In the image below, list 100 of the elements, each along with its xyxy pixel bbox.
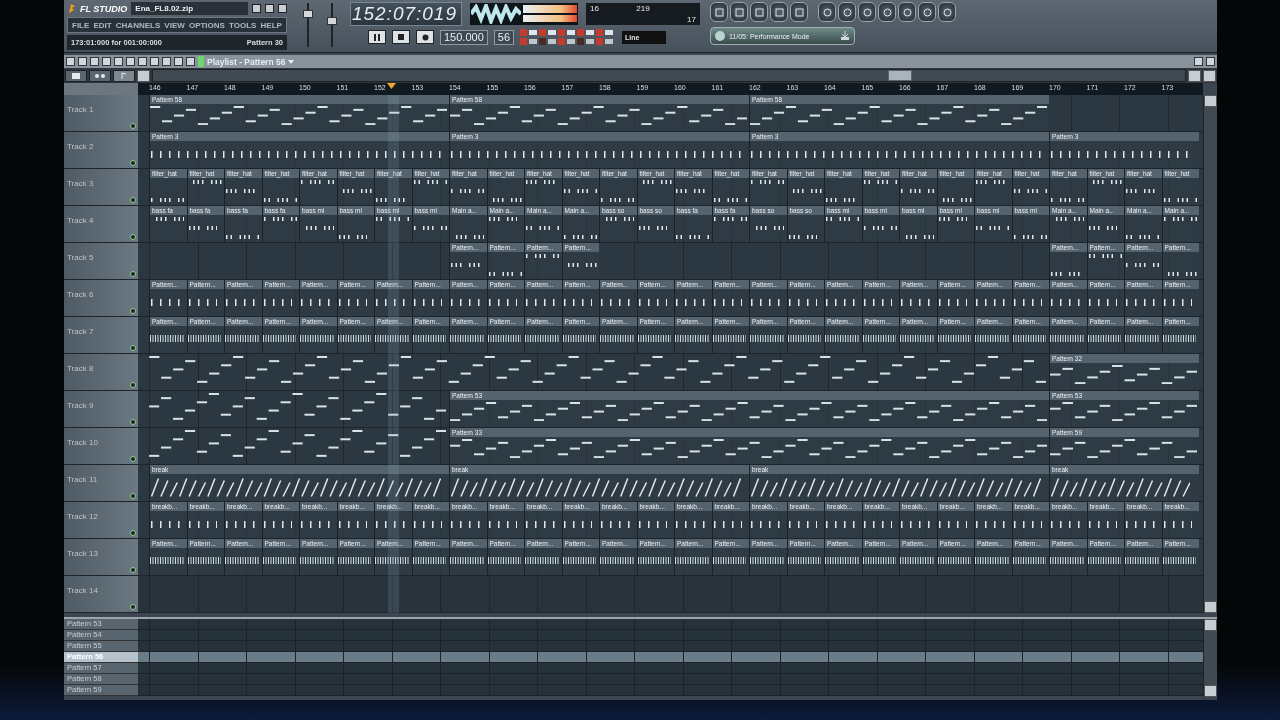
track-header[interactable]: Track 14 — [64, 576, 138, 612]
tool-button[interactable] — [818, 2, 836, 22]
track-header[interactable]: Track 2 — [64, 132, 138, 168]
knob-icon[interactable] — [130, 308, 136, 314]
close-button[interactable] — [1206, 57, 1215, 66]
mode-button[interactable] — [89, 69, 111, 82]
knob-icon[interactable] — [130, 271, 136, 277]
track-header[interactable]: Track 7 — [64, 317, 138, 353]
menu-item[interactable]: HELP — [260, 20, 282, 30]
track-name: Track 6 — [67, 290, 94, 299]
caret-icon[interactable] — [288, 59, 295, 64]
knob-icon[interactable] — [130, 530, 136, 536]
status-led-icon — [198, 56, 204, 67]
notes-drawing — [413, 299, 442, 306]
notes-drawing — [976, 299, 1005, 306]
track-header[interactable]: Track 5 — [64, 243, 138, 279]
track-header[interactable]: Track 11 — [64, 465, 138, 501]
tool-button[interactable] — [878, 2, 896, 22]
notes-drawing — [1163, 198, 1197, 202]
knob-icon[interactable] — [130, 456, 136, 462]
tool-button[interactable] — [898, 2, 916, 22]
knob-icon[interactable] — [130, 604, 136, 610]
menu-item[interactable]: VIEW — [164, 20, 185, 30]
knob-icon[interactable] — [130, 382, 136, 388]
window-toggle-button[interactable] — [710, 2, 728, 22]
knob-icon[interactable] — [130, 123, 136, 129]
app-logo: FL STUDIO — [80, 3, 128, 14]
track-header[interactable]: Track 1 — [64, 95, 138, 131]
stop-button[interactable] — [392, 30, 410, 44]
notes-drawing — [455, 235, 484, 239]
record-button[interactable] — [416, 30, 434, 44]
track-header[interactable]: Track 3 — [64, 169, 138, 205]
track-header[interactable]: Track 8 — [64, 354, 138, 390]
tempo-display[interactable]: 150.000 — [440, 29, 488, 45]
notes-drawing — [301, 180, 334, 184]
download-icon[interactable] — [840, 31, 850, 41]
pattern-lane[interactable] — [138, 652, 1203, 663]
track-header[interactable]: Track 13 — [64, 539, 138, 575]
tool-button[interactable] — [918, 2, 936, 22]
tool-button[interactable] — [838, 2, 856, 22]
mode-button[interactable] — [113, 69, 135, 82]
scroll-right-button[interactable] — [1188, 69, 1201, 82]
knob-icon[interactable] — [130, 419, 136, 425]
knob-icon[interactable] — [130, 493, 136, 499]
notes-drawing — [905, 235, 934, 239]
tool-button[interactable] — [858, 2, 876, 22]
close-button[interactable] — [278, 4, 287, 13]
menu-item[interactable]: TOOLS — [229, 20, 257, 30]
window-toggle-button[interactable] — [790, 2, 808, 22]
scroll-up-button[interactable] — [1204, 619, 1217, 631]
scroll-down-button[interactable] — [1204, 685, 1217, 697]
maximize-button[interactable] — [265, 4, 274, 13]
pattern-number[interactable]: 56 — [493, 29, 514, 45]
circle-icon — [942, 7, 952, 17]
notes-drawing — [600, 557, 634, 564]
zoom-button[interactable] — [1203, 69, 1216, 82]
notes-drawing — [301, 299, 330, 306]
notes-drawing — [1050, 335, 1084, 342]
pause-icon — [374, 33, 380, 41]
knob-icon[interactable] — [130, 160, 136, 166]
knob-icon[interactable] — [130, 234, 136, 240]
disc-icon — [715, 31, 725, 41]
knob-icon[interactable] — [130, 197, 136, 203]
menu-item[interactable]: OPTIONS — [188, 20, 225, 30]
notes-drawing — [300, 335, 334, 342]
notes-drawing — [563, 521, 592, 528]
window-toggle-button[interactable] — [750, 2, 768, 22]
pause-button[interactable] — [368, 30, 386, 44]
stop-icon — [398, 34, 404, 40]
mode-button[interactable] — [65, 69, 87, 82]
track-name: Track 12 — [67, 512, 98, 521]
menu-item[interactable]: EDIT — [93, 20, 112, 30]
window-toggle-button[interactable] — [770, 2, 788, 22]
notes-drawing — [193, 180, 222, 184]
track-header[interactable]: Track 10 — [64, 428, 138, 464]
notes-drawing — [301, 521, 330, 528]
notes-drawing — [712, 557, 746, 564]
vertical-scrollbar[interactable] — [1203, 95, 1217, 613]
knob-icon[interactable] — [130, 345, 136, 351]
scroll-left-button[interactable] — [137, 69, 150, 82]
window-toggle-button[interactable] — [730, 2, 748, 22]
track-header[interactable]: Track 6 — [64, 280, 138, 316]
tool-button[interactable] — [938, 2, 956, 22]
vertical-scrollbar[interactable] — [1203, 619, 1217, 697]
notes-drawing — [376, 198, 405, 202]
scroll-down-button[interactable] — [1204, 601, 1217, 613]
notes-drawing — [226, 235, 259, 239]
song-time-display: 152:07:019 — [350, 2, 462, 26]
scroll-up-button[interactable] — [1204, 95, 1217, 107]
menu-item[interactable]: CHANNELS — [115, 20, 161, 30]
minimize-button[interactable] — [252, 4, 261, 13]
horizontal-scrollbar[interactable] — [152, 69, 1186, 82]
notes-drawing — [676, 189, 705, 193]
track-header[interactable]: Track 9 — [64, 391, 138, 427]
track-header[interactable]: Track 12 — [64, 502, 138, 538]
restore-button[interactable] — [1194, 57, 1203, 66]
track-header[interactable]: Track 4 — [64, 206, 138, 242]
menu-item[interactable]: FILE — [72, 20, 90, 30]
playlist-title: Playlist - Pattern 56 — [207, 56, 286, 67]
knob-icon[interactable] — [130, 567, 136, 573]
